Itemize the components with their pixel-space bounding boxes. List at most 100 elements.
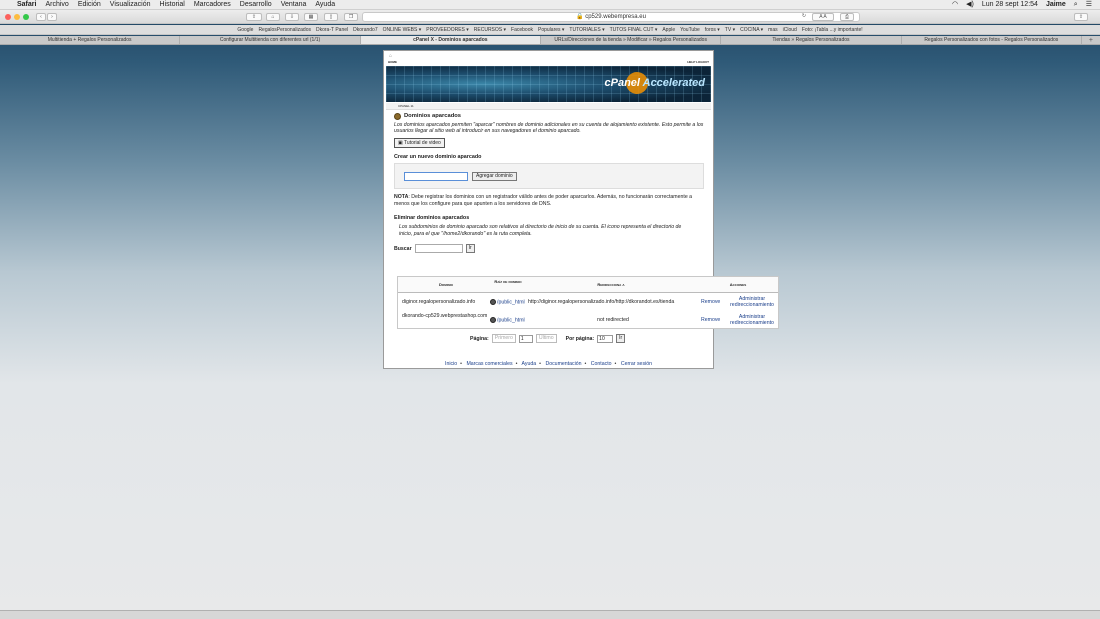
row-domain: diginor.regalopersonalizado.info xyxy=(402,299,476,305)
menu-ventana[interactable]: Ventana xyxy=(281,0,307,10)
bookmark-item[interactable]: TV ▾ xyxy=(725,25,735,34)
breadcrumb[interactable]: CPANEL 11 xyxy=(386,103,711,110)
bookmark-item[interactable]: iCloud xyxy=(783,25,797,34)
footer-inicio[interactable]: Inicio xyxy=(445,361,457,367)
search-go-button[interactable]: Ir xyxy=(465,244,475,254)
bookmark-item[interactable]: Google xyxy=(237,25,253,34)
print-icon[interactable]: ⎙ xyxy=(840,13,854,21)
remove-text: Los subdominios de dominio aparcado son … xyxy=(399,224,682,237)
video-tutorial-button[interactable]: ▣ Tutorial de video xyxy=(394,137,445,148)
forward-button[interactable]: › xyxy=(47,13,57,21)
reader-text-size[interactable]: A A xyxy=(812,13,834,21)
bookmark-item[interactable]: TUTOS FINAL CUT ▾ xyxy=(610,25,658,34)
row-remove-link[interactable]: Remove xyxy=(701,299,720,305)
per-page-input[interactable]: 10 xyxy=(597,334,614,343)
close-window-icon[interactable] xyxy=(5,14,11,20)
tabs-icon[interactable]: ❐ xyxy=(344,13,358,21)
bookmark-item[interactable]: Populares ▾ xyxy=(538,25,564,34)
footer-cerrar-sesion[interactable]: Cerrar sesión xyxy=(621,361,652,367)
page-select[interactable]: 1 xyxy=(518,334,533,343)
new-domain-input[interactable] xyxy=(404,172,468,182)
search-input[interactable] xyxy=(414,244,463,254)
search-label: Buscar xyxy=(394,245,412,252)
user-name[interactable]: Jaime xyxy=(1046,0,1066,10)
header-root[interactable]: Raíz de dominio xyxy=(490,279,526,284)
bookmark-item[interactable]: TUTORIALES ▾ xyxy=(569,25,604,34)
row-manage-redirect-link[interactable]: Administrar redireccionamiento xyxy=(726,314,778,326)
tab-tiendas[interactable]: Tiendas » Regalos Personalizados xyxy=(721,36,902,44)
volume-icon[interactable]: ◀) xyxy=(966,0,974,10)
footer-contacto[interactable]: Contacto xyxy=(591,361,612,367)
menu-app-name[interactable]: Safari xyxy=(17,0,36,10)
minimize-window-icon[interactable] xyxy=(14,14,20,20)
home-icon[interactable]: ⌂ xyxy=(266,13,280,21)
pagination: Página: Primero 1 Último Por página: 10 … xyxy=(470,334,626,343)
share-button[interactable]: ⇪ xyxy=(1074,13,1088,21)
menu-visualizacion[interactable]: Visualización xyxy=(110,0,151,10)
bookmark-item[interactable]: Dkora-T Panel xyxy=(316,25,348,34)
list-icon[interactable]: ☰ xyxy=(1086,0,1092,10)
tab-cpanel[interactable]: cPanel X - Dominios aparcados xyxy=(360,36,541,44)
bookmark-item[interactable]: ONLINE WEBS ▾ xyxy=(383,25,422,34)
share-icon[interactable]: ⇪ xyxy=(246,13,262,21)
cpanel-footer: Inicio • Marcas comerciales • Ayuda • Docum… xyxy=(445,361,652,367)
menu-edicion[interactable]: Edición xyxy=(78,0,101,10)
header-actions: Acciones xyxy=(729,282,747,287)
footer-documentacion[interactable]: Documentación xyxy=(545,361,581,367)
last-page-button[interactable]: Último xyxy=(535,334,557,343)
bookmark-item[interactable]: Apple xyxy=(662,25,675,34)
grid-icon[interactable]: ▦ xyxy=(304,13,318,21)
page-label: Página: xyxy=(470,335,489,342)
new-tab-button[interactable]: + xyxy=(1082,36,1100,44)
zoom-window-icon[interactable] xyxy=(23,14,29,20)
lock-icon: 🔒 xyxy=(576,14,584,20)
row-root-link[interactable]: /public_html xyxy=(490,317,525,324)
url-text: cp529.webempresa.eu xyxy=(585,14,646,20)
bookmark-item[interactable]: YouTube xyxy=(680,25,700,34)
reload-icon[interactable]: ↻ xyxy=(800,13,808,21)
menu-desarrollo[interactable]: Desarrollo xyxy=(240,0,272,10)
back-button[interactable]: ‹ xyxy=(36,13,46,21)
cpanel-logo: cPanel Accelerated xyxy=(604,77,706,89)
parked-domain-icon xyxy=(394,113,401,120)
spotlight-icon[interactable]: ⌕ xyxy=(1074,0,1078,10)
add-domain-button[interactable]: Agregar dominio xyxy=(472,172,517,182)
bookmark-item[interactable]: Dkorando7 xyxy=(353,25,377,34)
bookmark-item[interactable]: PROVEEDORES ▾ xyxy=(426,25,469,34)
bookmark-item[interactable]: Facebook xyxy=(511,25,533,34)
menu-marcadores[interactable]: Marcadores xyxy=(194,0,231,10)
wifi-icon[interactable]: ◠ xyxy=(952,0,958,10)
tab-bar: Multitienda + Regalos Personalizados Con… xyxy=(0,36,1100,45)
bookmark-item[interactable]: Foto: ¡Tabla ...y importante! xyxy=(802,25,863,34)
bookmark-item[interactable]: COCINA ▾ xyxy=(740,25,763,34)
menu-ayuda[interactable]: Ayuda xyxy=(315,0,335,10)
row-root-link[interactable]: /public_html xyxy=(490,299,525,306)
header-domain[interactable]: Dominio xyxy=(402,282,490,287)
tab-configurar-multitienda[interactable]: Configurar Multitienda con diferentes ur… xyxy=(180,36,361,44)
bookmark-item[interactable]: RegalosPersonalizados xyxy=(258,25,311,34)
download-icon[interactable]: ⇩ xyxy=(285,13,299,21)
home-icon[interactable]: ⌂ xyxy=(389,53,392,59)
bookmark-item[interactable]: mas xyxy=(768,25,777,34)
help-logout-links[interactable]: HELP LOGOUT xyxy=(687,60,709,64)
tab-multitienda[interactable]: Multitienda + Regalos Personalizados xyxy=(0,36,181,44)
create-heading: Crear un nuevo dominio aparcado xyxy=(394,153,482,160)
sidebar-icon[interactable]: ▯ xyxy=(324,13,338,21)
menu-bar: Safari Archivo Edición Visualización His… xyxy=(0,0,1100,10)
tab-urls[interactable]: URLs/Direcciones de la tienda » Modifica… xyxy=(541,36,722,44)
footer-ayuda[interactable]: Ayuda xyxy=(522,361,537,367)
intro-text: Los dominios aparcados permiten "aparcar… xyxy=(394,122,704,135)
url-bar[interactable]: 🔒 cp529.webempresa.eu xyxy=(362,12,860,22)
clock[interactable]: Lun 28 sept 12:54 xyxy=(982,0,1038,10)
menu-historial[interactable]: Historial xyxy=(160,0,185,10)
tab-regalos[interactable]: Regalos Personalizados con fotos - Regal… xyxy=(902,36,1082,44)
home-link[interactable]: HOME xyxy=(388,60,397,64)
first-page-button[interactable]: Primero xyxy=(491,334,516,343)
row-manage-redirect-link[interactable]: Administrar redireccionamiento xyxy=(726,296,778,308)
bookmark-item[interactable]: RECURSOS ▾ xyxy=(474,25,506,34)
per-page-go-button[interactable]: Ir xyxy=(616,334,626,343)
footer-marcas[interactable]: Marcas comerciales xyxy=(466,361,512,367)
row-remove-link[interactable]: Remove xyxy=(701,317,720,323)
bookmark-item[interactable]: foros ▾ xyxy=(705,25,720,34)
menu-archivo[interactable]: Archivo xyxy=(45,0,68,10)
